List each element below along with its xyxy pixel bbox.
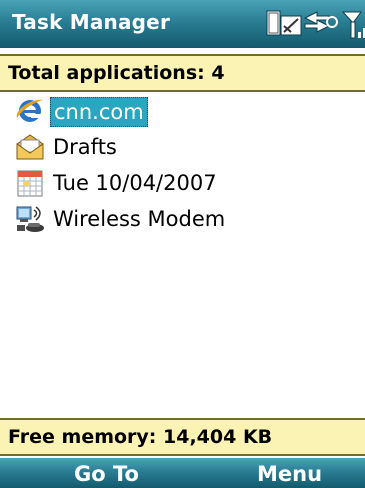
free-memory-bar: Free memory: 14,404 KB [0,418,365,456]
app-label: Tue 10/04/2007 [53,171,217,195]
signal-strength-icon [341,11,365,39]
free-memory-label: Free memory: 14,404 KB [8,426,273,448]
internet-explorer-icon [16,99,43,122]
list-item-drafts[interactable]: Drafts [0,130,365,164]
list-item-calendar[interactable]: Tue 10/04/2007 [0,166,365,200]
list-item-cnn[interactable]: cnn.com [0,94,365,128]
envelope-icon [16,134,44,160]
list-item-wireless-modem[interactable]: Wireless Modem [0,202,365,236]
softkey-bar: Go To Menu [0,458,365,488]
title-bar: Task Manager [0,0,365,48]
app-title: Task Manager [12,10,171,34]
menu-softkey[interactable]: Menu [257,460,322,488]
app-label: cnn.com [50,97,148,127]
data-connection-icon [303,11,338,33]
total-applications-bar: Total applications: 4 [0,54,365,92]
go-to-softkey[interactable]: Go To [74,460,139,488]
status-icons [261,6,365,42]
calendar-icon [17,170,43,197]
app-label: Drafts [53,135,117,159]
wireless-modem-icon [16,206,44,232]
keyboard-input-icon [266,10,302,36]
app-label: Wireless Modem [53,207,226,231]
application-list: cnn.com Drafts Tue 10/04/2007 Wireless M… [0,94,365,414]
total-applications-label: Total applications: 4 [8,62,225,84]
